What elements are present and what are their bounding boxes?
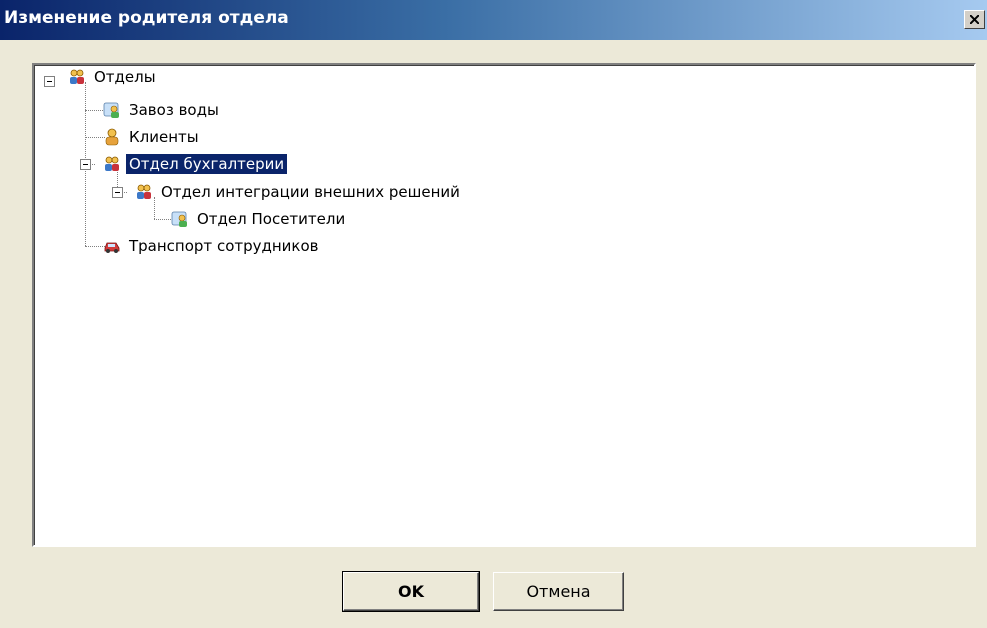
tree-root[interactable]: Отделы xyxy=(68,66,159,88)
person-icon xyxy=(105,128,119,146)
title-bar[interactable]: Изменение родителя отдела xyxy=(0,0,987,40)
tree-item[interactable]: Отдел бухгалтерии xyxy=(103,153,288,175)
tree-connector xyxy=(85,137,105,138)
collapse-toggle[interactable] xyxy=(80,159,91,170)
tree-item-label: Отделы xyxy=(94,68,156,86)
ok-button[interactable]: OK xyxy=(342,571,480,612)
tree-item[interactable]: Отдел Посетители xyxy=(171,208,348,230)
tree-item-label: Клиенты xyxy=(129,128,199,146)
tree-item[interactable]: Клиенты xyxy=(103,126,202,148)
tree-item[interactable]: Отдел интеграции внешних решений xyxy=(135,181,463,203)
close-button[interactable] xyxy=(964,10,985,29)
department-tree[interactable]: Отделы Завоз воды Клиенты Отдел бухгалте… xyxy=(32,63,976,547)
close-icon xyxy=(970,15,979,24)
tree-item-label: Отдел бухгалтерии xyxy=(126,154,288,174)
tree-item[interactable]: Транспорт сотрудников xyxy=(103,235,322,257)
user-card-icon xyxy=(171,211,187,227)
tree-item-label: Завоз воды xyxy=(129,101,219,119)
people-group-icon xyxy=(137,184,151,199)
window-title: Изменение родителя отдела xyxy=(4,8,289,28)
people-group-icon xyxy=(105,156,119,171)
tree-item[interactable]: Завоз воды xyxy=(103,99,222,121)
tree-item-label: Транспорт сотрудников xyxy=(129,237,319,255)
car-icon xyxy=(104,242,120,253)
collapse-toggle[interactable] xyxy=(44,76,55,87)
user-card-icon xyxy=(103,102,119,118)
tree-item-label: Отдел Посетители xyxy=(197,210,346,228)
people-group-icon xyxy=(70,69,84,84)
tree-connector xyxy=(85,246,105,247)
collapse-toggle[interactable] xyxy=(112,187,123,198)
dialog-window: Изменение родителя отдела Отделы Завоз в… xyxy=(0,0,987,628)
cancel-button[interactable]: Отмена xyxy=(493,572,624,611)
tree-item-label: Отдел интеграции внешних решений xyxy=(161,183,460,201)
tree-connector xyxy=(85,110,105,111)
